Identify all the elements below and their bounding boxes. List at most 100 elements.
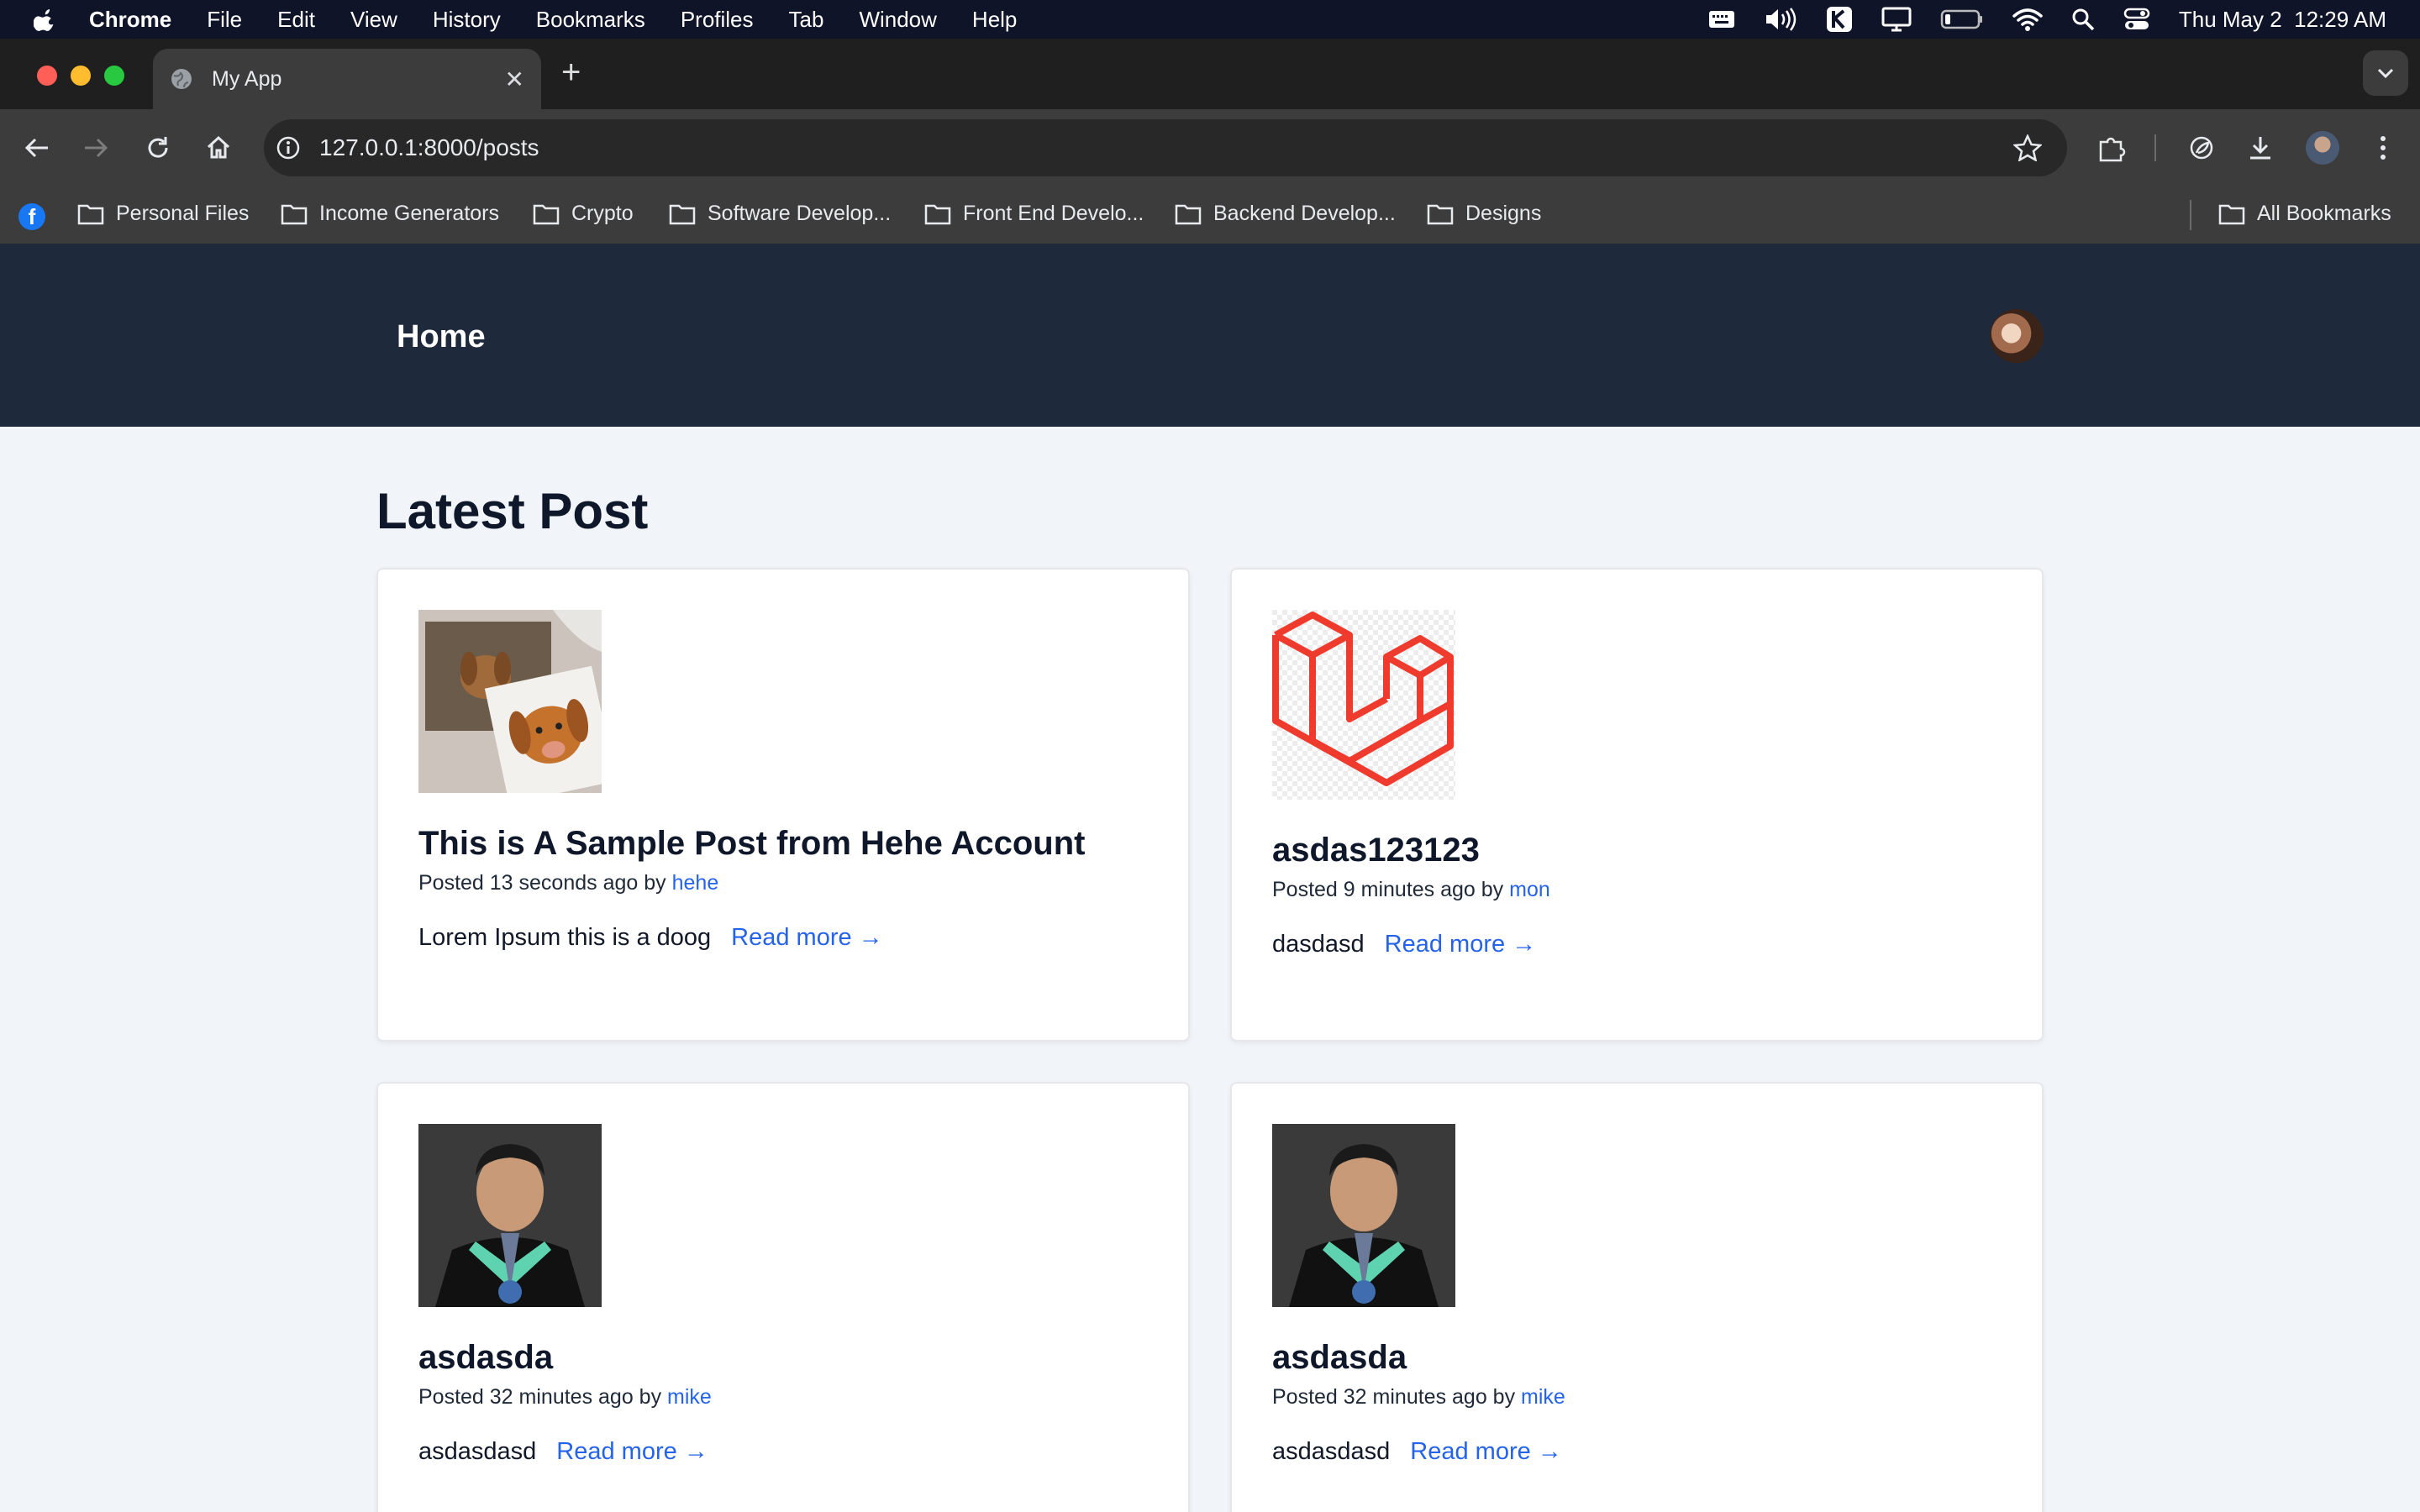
menu-tab[interactable]: Tab xyxy=(789,7,824,33)
bookmark-label: Backend Develop... xyxy=(1213,202,1396,225)
address-bar[interactable]: 127.0.0.1:8000/posts xyxy=(264,119,2067,176)
menu-view[interactable]: View xyxy=(350,7,397,33)
tab-title: My App xyxy=(212,66,282,91)
bookmark-folder-personal-files[interactable]: Personal Files xyxy=(77,202,249,226)
tab-search-button[interactable] xyxy=(2363,50,2408,96)
back-button[interactable] xyxy=(20,131,54,165)
leaf-speed-icon xyxy=(2190,136,2213,160)
bookmarks-divider xyxy=(2190,200,2191,230)
post-body-row: Lorem Ipsum this is a doog Read more → xyxy=(418,924,1148,952)
new-tab-button[interactable]: + xyxy=(561,55,581,89)
menubar-clock[interactable]: Thu May 2 12:29 AM xyxy=(2179,7,2386,33)
display-icon[interactable] xyxy=(1881,7,1912,32)
post-card: asdasda Posted 32 minutes ago by mike as… xyxy=(376,1082,1190,1512)
bookmark-star-icon[interactable] xyxy=(2013,134,2042,161)
facebook-bookmark-icon[interactable]: f xyxy=(18,203,45,230)
os-menubar: Chrome File Edit View History Bookmarks … xyxy=(0,0,2420,39)
site-info-icon[interactable] xyxy=(276,135,301,160)
globe-icon xyxy=(171,69,192,89)
post-excerpt: asdasdasd xyxy=(418,1438,537,1465)
folder-icon xyxy=(533,204,560,224)
user-avatar[interactable] xyxy=(1990,309,2044,363)
all-bookmarks-button[interactable]: All Bookmarks xyxy=(2218,202,2391,226)
bookmark-label: Income Generators xyxy=(319,202,499,225)
bookmark-label: Software Develop... xyxy=(708,202,892,225)
menu-profiles[interactable]: Profiles xyxy=(681,7,754,33)
download-icon xyxy=(2250,137,2270,160)
bookmark-folder-income-generators[interactable]: Income Generators xyxy=(281,202,499,226)
kebab-menu-icon xyxy=(2381,136,2386,160)
folder-icon xyxy=(924,204,951,224)
bookmark-folder-crypto[interactable]: Crypto xyxy=(533,202,634,226)
control-center-icon[interactable] xyxy=(2123,8,2150,31)
browser-tab-active[interactable]: My App ✕ xyxy=(153,49,541,109)
browser-profile-avatar[interactable] xyxy=(2306,131,2339,165)
folder-icon xyxy=(2218,204,2245,224)
window-close-button[interactable] xyxy=(37,66,57,86)
menu-app-name[interactable]: Chrome xyxy=(89,7,171,33)
bookmarks-bar: f Personal Files Income Generators Crypt… xyxy=(0,186,2420,244)
bookmark-label: Front End Develo... xyxy=(963,202,1144,225)
all-bookmarks-label: All Bookmarks xyxy=(2257,202,2391,225)
home-icon xyxy=(207,135,230,159)
app-k-icon[interactable] xyxy=(1826,6,1853,33)
browser-menu-button[interactable] xyxy=(2366,131,2400,165)
arrow-left-icon xyxy=(24,138,48,158)
post-meta: Posted 32 minutes ago by mike xyxy=(1272,1385,2002,1410)
post-author-link[interactable]: mike xyxy=(1521,1385,1565,1409)
keyboard-icon[interactable] xyxy=(1708,9,1735,29)
post-title[interactable]: asdas123123 xyxy=(1272,832,2002,869)
read-more-link[interactable]: Read more → xyxy=(1385,931,1537,958)
menu-bookmarks[interactable]: Bookmarks xyxy=(536,7,645,33)
apple-icon[interactable] xyxy=(34,7,59,32)
window-minimize-button[interactable] xyxy=(71,66,91,86)
read-more-link[interactable]: Read more → xyxy=(1410,1438,1562,1466)
menu-edit[interactable]: Edit xyxy=(277,7,315,33)
puzzle-icon xyxy=(2099,137,2126,162)
bookmark-folder-front-end-development[interactable]: Front End Develo... xyxy=(924,202,1144,226)
reload-button[interactable] xyxy=(141,131,175,165)
spotlight-search-icon[interactable] xyxy=(2071,8,2095,31)
window-maximize-button[interactable] xyxy=(104,66,124,86)
menu-help[interactable]: Help xyxy=(972,7,1017,33)
tab-close-icon[interactable]: ✕ xyxy=(505,66,524,93)
post-author-link[interactable]: mon xyxy=(1509,878,1550,901)
bookmark-folder-software-development[interactable]: Software Develop... xyxy=(669,202,891,226)
nav-home-link[interactable]: Home xyxy=(397,319,486,355)
read-more-link[interactable]: Read more → xyxy=(731,924,883,952)
battery-icon[interactable] xyxy=(1940,8,1984,30)
post-title[interactable]: asdasda xyxy=(418,1339,1148,1377)
post-excerpt: dasdasd xyxy=(1272,931,1365,958)
extensions-button[interactable] xyxy=(2096,131,2129,165)
menu-history[interactable]: History xyxy=(433,7,501,33)
chevron-down-icon xyxy=(2377,68,2394,79)
post-time: Posted 32 minutes ago by xyxy=(1272,1385,1516,1409)
folder-icon xyxy=(281,204,308,224)
post-excerpt: Lorem Ipsum this is a doog xyxy=(418,924,712,951)
url-text[interactable]: 127.0.0.1:8000/posts xyxy=(319,134,539,161)
post-card: asdas123123 Posted 9 minutes ago by mon … xyxy=(1230,568,2044,1042)
post-card: asdasda Posted 32 minutes ago by mike as… xyxy=(1230,1082,2044,1512)
home-button[interactable] xyxy=(202,131,235,165)
browser-tab-strip: My App ✕ + xyxy=(0,39,2420,109)
post-author-link[interactable]: hehe xyxy=(672,871,719,895)
bookmark-folder-backend-development[interactable]: Backend Develop... xyxy=(1175,202,1396,226)
volume-icon[interactable] xyxy=(1764,7,1797,32)
post-title[interactable]: asdasda xyxy=(1272,1339,2002,1377)
downloads-button[interactable] xyxy=(2244,131,2277,165)
forward-button[interactable] xyxy=(79,131,113,165)
post-author-link[interactable]: mike xyxy=(667,1385,712,1409)
post-time: Posted 13 seconds ago by xyxy=(418,871,666,895)
folder-icon xyxy=(669,204,696,224)
post-time: Posted 32 minutes ago by xyxy=(418,1385,662,1409)
menu-window[interactable]: Window xyxy=(859,7,936,33)
bookmark-folder-designs[interactable]: Designs xyxy=(1427,202,1541,226)
post-body-row: asdasdasd Read more → xyxy=(1272,1438,2002,1466)
wifi-icon[interactable] xyxy=(2012,8,2043,31)
read-more-link[interactable]: Read more → xyxy=(556,1438,708,1466)
browser-toolbar: 127.0.0.1:8000/posts xyxy=(0,109,2420,186)
post-title[interactable]: This is A Sample Post from Hehe Account xyxy=(418,825,1148,863)
performance-button[interactable] xyxy=(2185,131,2218,165)
post-image-graduation-portrait xyxy=(418,1124,602,1307)
menu-file[interactable]: File xyxy=(207,7,242,33)
